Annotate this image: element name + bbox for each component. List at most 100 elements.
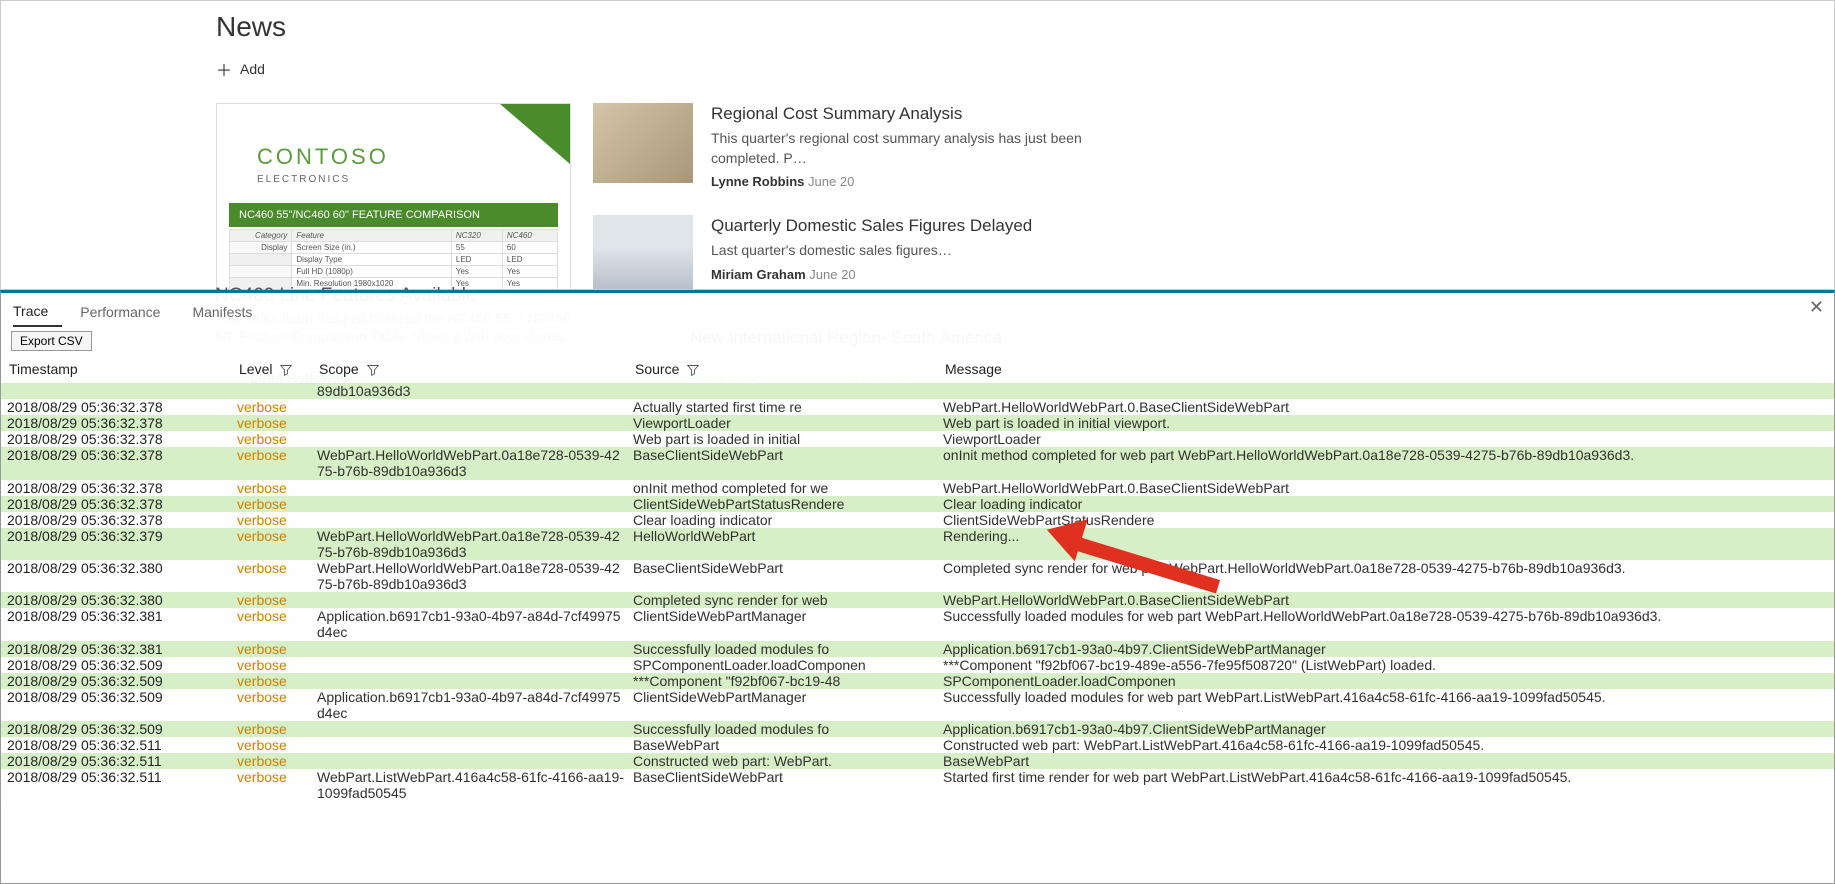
trace-row[interactable]: 2018/08/29 05:36:32.378verboseWeb part i… [1, 431, 1834, 447]
close-icon[interactable]: ✕ [1809, 297, 1824, 318]
trace-message: Successfully loaded modules for web part… [943, 689, 1828, 721]
trace-timestamp: 2018/08/29 05:36:32.379 [7, 528, 237, 560]
trace-timestamp: 2018/08/29 05:36:32.378 [7, 399, 237, 415]
news-item[interactable]: Regional Cost Summary Analysis This quar… [593, 103, 1093, 189]
trace-scope: Application.b6917cb1-93a0-4b97-a84d-7cf4… [317, 689, 633, 721]
trace-timestamp: 2018/08/29 05:36:32.381 [7, 608, 237, 640]
trace-level: verbose [237, 608, 317, 640]
col-source[interactable]: Source [635, 361, 945, 377]
trace-level: verbose [237, 721, 317, 737]
trace-row[interactable]: 2018/08/29 05:36:32.381verboseApplicatio… [1, 608, 1834, 640]
trace-row[interactable]: 2018/08/29 05:36:32.509verboseApplicatio… [1, 689, 1834, 721]
trace-message: BaseWebPart [943, 753, 1828, 769]
sharepoint-page-top: News ＋ Add CONTOSO ELECTRONICS NC460 55"… [0, 0, 1835, 290]
trace-row[interactable]: 2018/08/29 05:36:32.380verboseWebPart.He… [1, 560, 1834, 592]
trace-level: verbose [237, 447, 317, 479]
trace-source: Constructed web part: WebPart. [633, 753, 943, 769]
news-heading: News [216, 11, 1834, 43]
col-source-label: Source [635, 361, 679, 377]
col-level-label: Level [239, 361, 272, 377]
trace-level: verbose [237, 657, 317, 673]
news-items-column: Regional Cost Summary Analysis This quar… [593, 103, 1093, 290]
trace-row[interactable]: 2018/08/29 05:36:32.378verboseWebPart.He… [1, 447, 1834, 479]
trace-message: onInit method completed for web part Web… [943, 447, 1828, 479]
trace-row[interactable]: 2018/08/29 05:36:32.511verboseWebPart.Li… [1, 769, 1834, 801]
trace-message: ***Component "f92bf067-bc19-489e-a556-7f… [943, 657, 1828, 673]
filter-icon[interactable] [280, 364, 292, 376]
trace-scope [317, 415, 633, 431]
subbrand-text: ELECTRONICS [257, 174, 570, 185]
trace-row[interactable]: 2018/08/29 05:36:32.511verboseConstructe… [1, 753, 1834, 769]
trace-table-header: Timestamp Level Scope Source Message [1, 355, 1834, 383]
add-news-button[interactable]: ＋ Add [216, 57, 1834, 81]
plus-icon: ＋ [216, 57, 232, 81]
trace-row[interactable]: 2018/08/29 05:36:32.509verboseSPComponen… [1, 657, 1834, 673]
trace-source: BaseWebPart [633, 737, 943, 753]
trace-source [633, 383, 943, 399]
trace-timestamp: 2018/08/29 05:36:32.380 [7, 592, 237, 608]
tab-trace[interactable]: Trace [13, 299, 62, 327]
export-csv-button[interactable]: Export CSV [11, 331, 92, 351]
trace-source: ViewportLoader [633, 415, 943, 431]
trace-message: ViewportLoader [943, 431, 1828, 447]
trace-scope: WebPart.HelloWorldWebPart.0a18e728-0539-… [317, 560, 633, 592]
trace-row[interactable]: 2018/08/29 05:36:32.511verboseBaseWebPar… [1, 737, 1834, 753]
news-author: Miriam Graham [711, 267, 806, 282]
col-scope[interactable]: Scope [319, 361, 635, 377]
panel-tab-bar: Trace Performance Manifests ✕ [1, 293, 1834, 327]
trace-source: ClientSideWebPartStatusRendere [633, 496, 943, 512]
trace-source: Completed sync render for web [633, 592, 943, 608]
trace-row[interactable]: 89db10a936d3 [1, 383, 1834, 399]
trace-message: Clear loading indicator [943, 496, 1828, 512]
trace-source: Actually started first time re [633, 399, 943, 415]
filter-icon[interactable] [367, 364, 379, 376]
trace-scope: 89db10a936d3 [317, 383, 633, 399]
news-section: News ＋ Add CONTOSO ELECTRONICS NC460 55"… [1, 1, 1834, 290]
tab-manifests[interactable]: Manifests [192, 300, 266, 326]
filter-icon[interactable] [687, 364, 699, 376]
news-date: June 20 [808, 174, 854, 189]
trace-source: BaseClientSideWebPart [633, 560, 943, 592]
trace-row[interactable]: 2018/08/29 05:36:32.378verbose Actually s… [1, 399, 1834, 415]
trace-table-body[interactable]: 89db10a936d32018/08/29 05:36:32.378verbo… [1, 383, 1834, 883]
trace-row[interactable]: 2018/08/29 05:36:32.381verboseSuccessful… [1, 641, 1834, 657]
trace-level: verbose [237, 431, 317, 447]
trace-timestamp: 2018/08/29 05:36:32.378 [7, 431, 237, 447]
trace-level: verbose [237, 769, 317, 801]
trace-level: verbose [237, 399, 317, 415]
comparison-table: CategoryFeatureNC320NC460DisplayScreen S… [229, 229, 558, 290]
trace-timestamp: 2018/08/29 05:36:32.381 [7, 641, 237, 657]
trace-message: WebPart.HelloWorldWebPart.0.BaseClientSi… [943, 480, 1828, 496]
news-item-summary: Last quarter's domestic sales figures… [711, 241, 1032, 261]
tab-performance[interactable]: Performance [80, 300, 174, 326]
trace-row[interactable]: 2018/08/29 05:36:32.378verboseClear load… [1, 512, 1834, 528]
trace-message: Application.b6917cb1-93a0-4b97.ClientSid… [943, 641, 1828, 657]
trace-scope [317, 399, 633, 415]
news-card-featured[interactable]: CONTOSO ELECTRONICS NC460 55"/NC460 60" … [216, 103, 571, 290]
trace-row[interactable]: 2018/08/29 05:36:32.509verboseSuccessful… [1, 721, 1834, 737]
trace-timestamp: 2018/08/29 05:36:32.511 [7, 753, 237, 769]
debug-panel: Trace Performance Manifests ✕ Export CSV… [0, 290, 1835, 884]
col-level[interactable]: Level [239, 361, 319, 377]
trace-row[interactable]: 2018/08/29 05:36:32.380verboseCompleted … [1, 592, 1834, 608]
trace-timestamp: 2018/08/29 05:36:32.509 [7, 673, 237, 689]
trace-scope: Application.b6917cb1-93a0-4b97-a84d-7cf4… [317, 608, 633, 640]
trace-message: Application.b6917cb1-93a0-4b97.ClientSid… [943, 721, 1828, 737]
trace-source: onInit method completed for we [633, 480, 943, 496]
trace-row[interactable]: 2018/08/29 05:36:32.378verboseClientSide… [1, 496, 1834, 512]
trace-timestamp: 2018/08/29 05:36:32.378 [7, 447, 237, 479]
trace-scope [317, 592, 633, 608]
col-timestamp[interactable]: Timestamp [9, 361, 239, 377]
col-message[interactable]: Message [945, 361, 1826, 377]
trace-row[interactable]: 2018/08/29 05:36:32.379verboseWebPart.He… [1, 528, 1834, 560]
trace-scope [317, 431, 633, 447]
news-date: June 20 [809, 267, 855, 282]
trace-source: SPComponentLoader.loadComponen [633, 657, 943, 673]
trace-row[interactable]: 2018/08/29 05:36:32.509verbose***Compone… [1, 673, 1834, 689]
news-item[interactable]: Quarterly Domestic Sales Figures Delayed… [593, 215, 1093, 290]
trace-timestamp: 2018/08/29 05:36:32.509 [7, 721, 237, 737]
trace-row[interactable]: 2018/08/29 05:36:32.378verboseonInit met… [1, 480, 1834, 496]
trace-level [237, 383, 317, 399]
trace-level: verbose [237, 528, 317, 560]
trace-row[interactable]: 2018/08/29 05:36:32.378verboseViewportLo… [1, 415, 1834, 431]
